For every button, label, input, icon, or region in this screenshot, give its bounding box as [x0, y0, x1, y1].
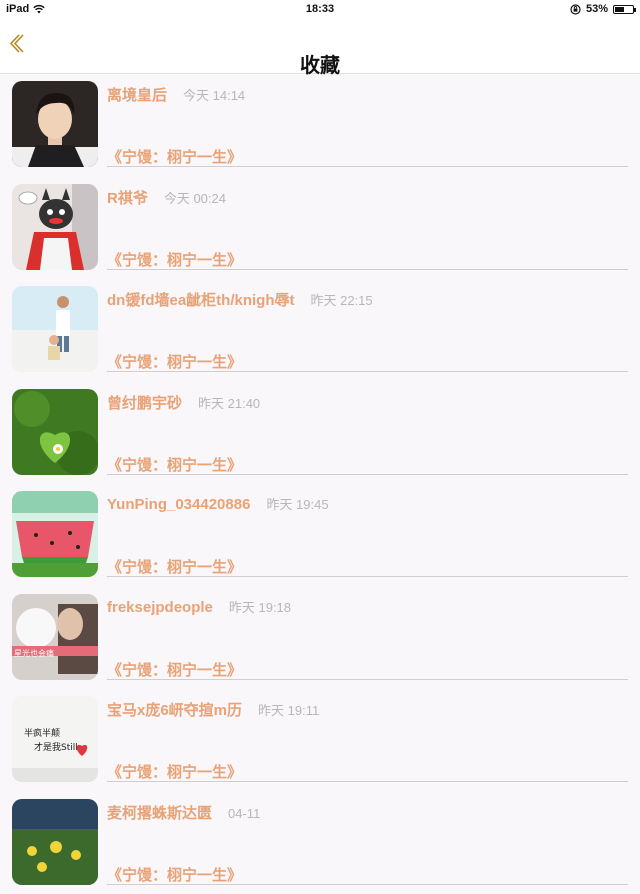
- battery-fill: [615, 7, 624, 12]
- favorite-item[interactable]: 离境皇后 今天 14:14 《宁馒：栩宁一生》: [0, 74, 640, 177]
- favorite-time: 今天 14:14: [183, 88, 245, 103]
- battery-icon: [613, 5, 634, 14]
- avatar-thumbnail[interactable]: [12, 286, 98, 372]
- favorite-name: R祺爷 今天 00:24: [107, 187, 226, 208]
- favorite-item[interactable]: dn锾fd墙ea龇柜th/knigh辱t 昨天 22:15 《宁馒：栩宁一生》: [0, 279, 640, 382]
- navigation-bar: 收藏: [0, 18, 640, 74]
- favorite-name-text: 宝马x庞6岍夺揎m历: [107, 702, 242, 719]
- status-time: 18:33: [0, 3, 640, 15]
- favorite-time: 04-11: [228, 806, 260, 821]
- row-divider: [107, 166, 628, 167]
- favorite-source-link[interactable]: 《宁馒：栩宁一生》: [107, 351, 242, 372]
- favorite-item[interactable]: 星光也会痛 freksejpdeople 昨天 19:18 《宁馒：栩宁一生》: [0, 587, 640, 690]
- favorite-name: 曾纣鹏宇砂 昨天 21:40: [107, 392, 260, 413]
- favorite-source-link[interactable]: 《宁馒：栩宁一生》: [107, 761, 242, 782]
- row-divider: [107, 781, 628, 782]
- avatar-thumbnail[interactable]: 星光也会痛: [12, 594, 98, 680]
- favorite-time: 今天 00:24: [164, 191, 226, 206]
- favorite-name-text: dn锾fd墙ea龇柜th/knigh辱t: [107, 292, 295, 309]
- favorite-item[interactable]: YunPing_034420886 昨天 19:45 《宁馒：栩宁一生》: [0, 484, 640, 587]
- text-photo: 半疯半颠才是我Still: [12, 696, 98, 782]
- favorite-source-link[interactable]: 《宁馒：栩宁一生》: [107, 864, 242, 885]
- favorite-name: freksejpdeople 昨天 19:18: [107, 597, 291, 616]
- favorite-name-text: freksejpdeople: [107, 599, 213, 616]
- favorite-name: dn锾fd墙ea龇柜th/knigh辱t 昨天 22:15: [107, 289, 373, 310]
- favorite-source-link[interactable]: 《宁馒：栩宁一生》: [107, 659, 242, 680]
- favorite-source-link[interactable]: 《宁馒：栩宁一生》: [107, 556, 242, 577]
- favorite-item[interactable]: R祺爷 今天 00:24 《宁馒：栩宁一生》: [0, 177, 640, 280]
- favorite-name-text: R祺爷: [107, 190, 148, 207]
- favorite-name: 宝马x庞6岍夺揎m历 昨天 19:11: [107, 699, 319, 720]
- favorite-time: 昨天 19:11: [258, 703, 319, 718]
- svg-text:才是我Still: 才是我Still: [34, 741, 78, 753]
- favorite-name: 离境皇后 今天 14:14: [107, 84, 245, 105]
- status-right: 53%: [570, 3, 634, 15]
- favorite-source-link[interactable]: 《宁馒：栩宁一生》: [107, 146, 242, 167]
- favorites-list: 离境皇后 今天 14:14 《宁馒：栩宁一生》 R祺爷 今天 00:24 《宁馒：栩宁一生…: [0, 74, 640, 894]
- avatar-thumbnail[interactable]: 半疯半颠才是我Still: [12, 696, 98, 782]
- favorite-name-text: 曾纣鹏宇砂: [107, 395, 182, 412]
- favorite-source-link[interactable]: 《宁馒：栩宁一生》: [107, 249, 242, 270]
- flowers-photo: [12, 799, 98, 885]
- row-divider: [107, 679, 628, 680]
- favorite-item[interactable]: 曾纣鹏宇砂 昨天 21:40 《宁馒：栩宁一生》: [0, 382, 640, 485]
- favorite-time: 昨天 21:40: [198, 396, 260, 411]
- row-divider: [107, 474, 628, 475]
- row-divider: [107, 884, 628, 885]
- status-bar: iPad 18:33 53%: [0, 0, 640, 18]
- window-photo: 星光也会痛: [12, 594, 98, 680]
- watermelon-photo: [12, 491, 98, 577]
- orientation-lock-icon: [570, 4, 581, 15]
- row-divider: [107, 576, 628, 577]
- favorite-item[interactable]: 半疯半颠才是我Still 宝马x庞6岍夺揎m历 昨天 19:11 《宁馒：栩宁一生》: [0, 689, 640, 792]
- row-divider: [107, 269, 628, 270]
- favorite-time: 昨天 22:15: [311, 293, 373, 308]
- cartoon-photo: [12, 184, 98, 270]
- thumbnail-caption: 星光也会痛: [14, 648, 54, 658]
- favorite-name: 麦柯撂蛛斯达匮 04-11: [107, 802, 260, 823]
- avatar-thumbnail[interactable]: [12, 81, 98, 167]
- thumbnail-caption: 半疯半颠: [24, 727, 60, 739]
- favorite-source-link[interactable]: 《宁馒：栩宁一生》: [107, 454, 242, 475]
- portrait-photo: [12, 81, 98, 167]
- favorite-name: YunPing_034420886 昨天 19:45: [107, 494, 329, 513]
- grass-photo: [12, 389, 98, 475]
- favorite-name-text: 离境皇后: [107, 87, 167, 104]
- favorite-time: 昨天 19:18: [229, 600, 291, 615]
- battery-percent: 53%: [586, 3, 608, 15]
- beach-photo: [12, 286, 98, 372]
- avatar-thumbnail[interactable]: [12, 184, 98, 270]
- favorite-name-text: 麦柯撂蛛斯达匮: [107, 805, 212, 822]
- favorite-item[interactable]: 麦柯撂蛛斯达匮 04-11 《宁馒：栩宁一生》: [0, 792, 640, 894]
- row-divider: [107, 371, 628, 372]
- avatar-thumbnail[interactable]: [12, 799, 98, 885]
- avatar-thumbnail[interactable]: [12, 491, 98, 577]
- favorite-name-text: YunPing_034420886: [107, 496, 250, 513]
- avatar-thumbnail[interactable]: [12, 389, 98, 475]
- favorite-time: 昨天 19:45: [266, 497, 328, 512]
